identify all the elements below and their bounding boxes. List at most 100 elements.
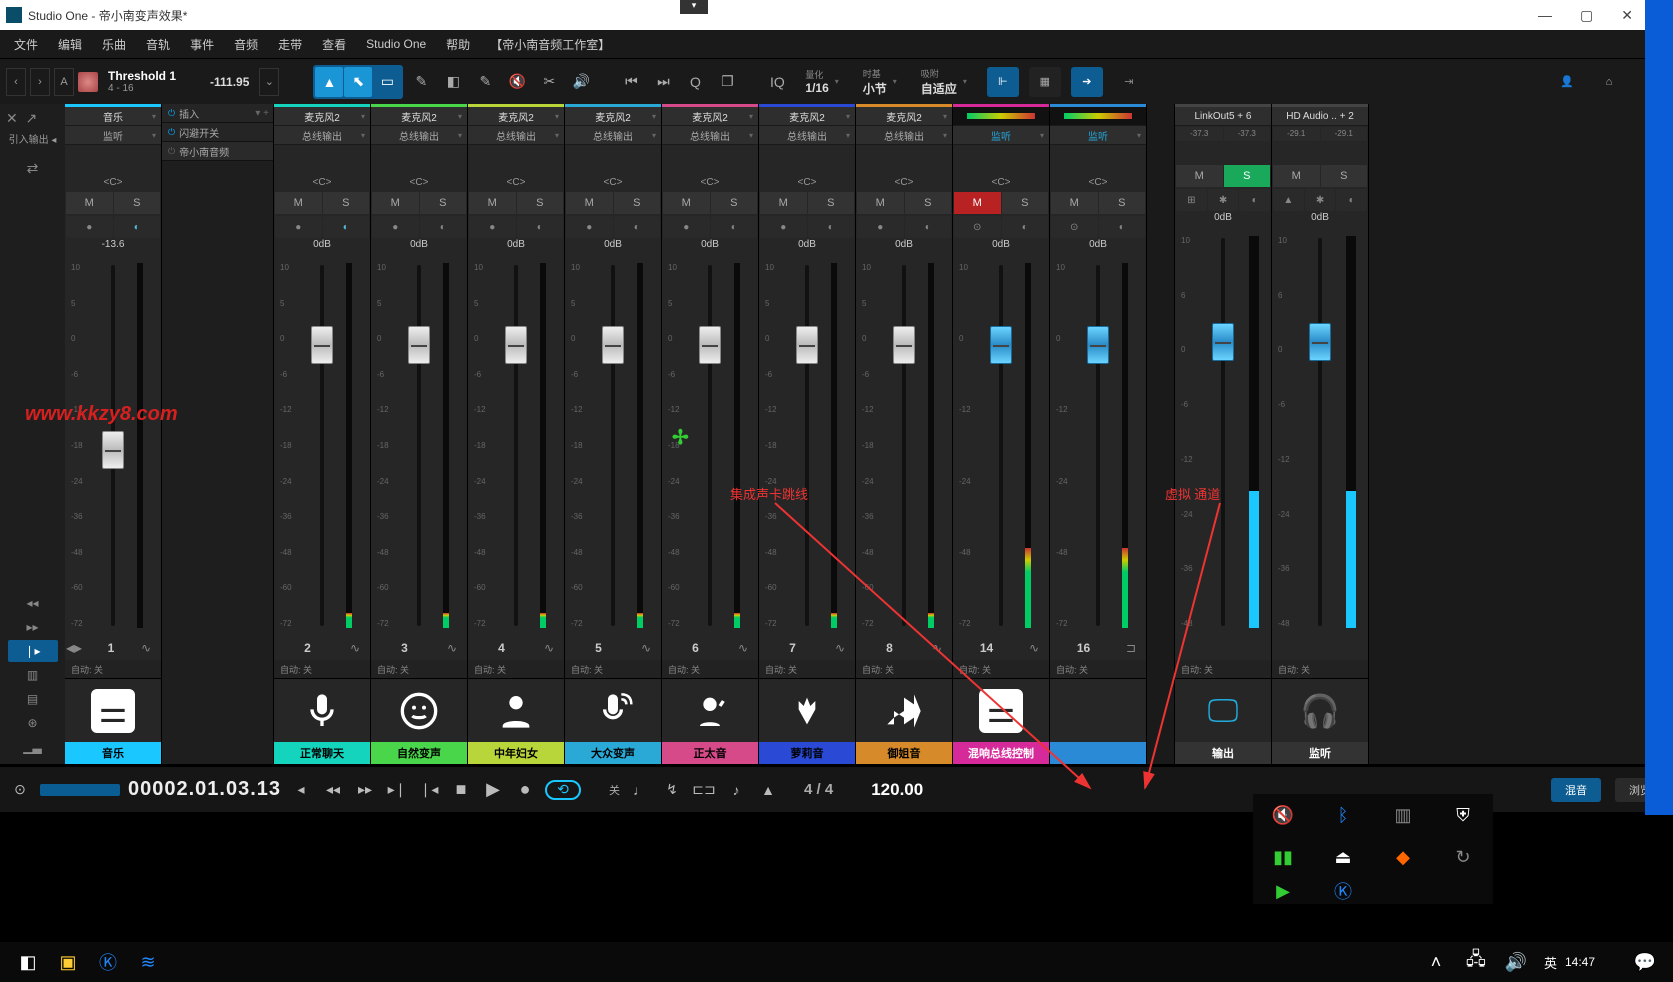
wave-icon[interactable]: ∿ xyxy=(826,641,854,655)
cursor-follow-button[interactable]: ⇥ xyxy=(1113,67,1145,97)
ch6-pan[interactable]: <C> xyxy=(662,173,758,191)
autopunch-icon[interactable]: ⊏⊐ xyxy=(692,778,716,802)
ch4-input[interactable]: 麦克风2▾ xyxy=(468,107,564,126)
ch1-fader[interactable] xyxy=(111,265,115,626)
ch6-mute[interactable]: M xyxy=(663,192,710,214)
paint-tool-button[interactable]: ✎ xyxy=(471,67,499,97)
menu-song[interactable]: 乐曲 xyxy=(92,36,136,53)
ch3-fader[interactable] xyxy=(417,265,421,626)
pointer-tool-button[interactable]: ⬉ xyxy=(344,67,372,97)
eraser-tool-button[interactable]: ◧ xyxy=(439,67,467,97)
wave-icon[interactable]: ∿ xyxy=(438,641,466,655)
macro-button[interactable]: ❐ xyxy=(713,67,741,97)
out2-label[interactable]: 监听 xyxy=(1272,742,1368,764)
taskbar-clock[interactable]: 14:47 xyxy=(1565,955,1595,969)
menu-track[interactable]: 音轨 xyxy=(136,36,180,53)
ch2-name[interactable]: 正常聊天 xyxy=(274,742,370,764)
out1-label[interactable]: 输出 xyxy=(1175,742,1271,764)
out1-solo[interactable]: S xyxy=(1224,165,1271,187)
menu-edit[interactable]: 编辑 xyxy=(48,36,92,53)
side-next-icon[interactable]: ❘▸ xyxy=(8,640,58,662)
wave-icon[interactable]: ∿ xyxy=(729,641,757,655)
menu-event[interactable]: 事件 xyxy=(180,36,224,53)
menu-studio-name[interactable]: 【帝小南音频工作室】 xyxy=(480,36,620,53)
ch2-rec[interactable]: ● xyxy=(275,216,322,238)
snap-value[interactable]: 自适应 xyxy=(921,80,957,97)
hand-icon[interactable] xyxy=(78,72,98,92)
snap-toggle-button[interactable]: ⊩ xyxy=(987,67,1019,97)
ch5-fader[interactable] xyxy=(611,265,615,626)
ch2-input[interactable]: 麦克风2▾ xyxy=(274,107,370,126)
mix-view-button[interactable]: 混音 xyxy=(1551,778,1601,802)
ch8-input[interactable]: 麦克风2▾ xyxy=(856,107,952,126)
ch2-pan[interactable]: <C> xyxy=(274,173,370,191)
listen-tool-button[interactable]: 🔊 xyxy=(567,67,595,97)
ch8-output[interactable]: 总线输出▾ xyxy=(856,126,952,145)
bus14-name[interactable]: 混响总线控制 xyxy=(953,742,1049,764)
ch2-solo[interactable]: S xyxy=(323,192,370,214)
tray-mute-icon[interactable]: 🔇 xyxy=(1253,794,1313,836)
ch2-fader[interactable] xyxy=(320,265,324,626)
quantize-value[interactable]: 1/16 xyxy=(805,81,828,95)
out1-fader[interactable] xyxy=(1221,238,1225,626)
ch6-solo[interactable]: S xyxy=(711,192,758,214)
ch2-output[interactable]: 总线输出▾ xyxy=(274,126,370,145)
bus16-toggle-b[interactable]: ◐ xyxy=(1099,216,1146,238)
ch8-fader[interactable] xyxy=(902,265,906,626)
side-keys-icon[interactable]: ▤ xyxy=(8,688,58,710)
ch1-pan[interactable]: <C> xyxy=(65,173,161,191)
tempo-value[interactable]: 120.00 xyxy=(871,780,923,800)
ch3-mon[interactable]: ◐ xyxy=(420,216,467,238)
ch5-mon[interactable]: ◐ xyxy=(614,216,661,238)
precount-icon[interactable]: ↯ xyxy=(660,778,684,802)
bus14-toggle-b[interactable]: ◐ xyxy=(1002,216,1049,238)
taskbar-explorer-icon[interactable]: ▣ xyxy=(48,946,88,978)
side-bars-icon[interactable]: ▥ xyxy=(8,664,58,686)
ch7-name[interactable]: 萝莉音 xyxy=(759,742,855,764)
iq-button[interactable]: IQ xyxy=(763,67,791,97)
loop-button[interactable]: ⟲ xyxy=(545,780,581,800)
bus16-name[interactable] xyxy=(1050,742,1146,764)
prev-marker-button[interactable]: ❘◂ xyxy=(417,778,441,802)
nav-back-icon[interactable]: ‹ xyxy=(6,68,26,96)
time-sig[interactable]: 4 / 4 xyxy=(804,781,833,798)
ch4-solo[interactable]: S xyxy=(517,192,564,214)
metronome-cfg-icon[interactable]: ♪ xyxy=(724,778,748,802)
ch2-mon[interactable]: ◐ xyxy=(323,216,370,238)
ch3-pan[interactable]: <C> xyxy=(371,173,467,191)
taskbar-ime[interactable]: 英 xyxy=(1544,953,1557,972)
wave-icon[interactable]: ∿ xyxy=(923,641,951,655)
ch8-mute[interactable]: M xyxy=(857,192,904,214)
minimize-button[interactable]: ― xyxy=(1538,7,1552,23)
menu-file[interactable]: 文件 xyxy=(4,36,48,53)
out2-name[interactable]: HD Audio .. + 2 xyxy=(1272,107,1368,126)
ch8-rec[interactable]: ● xyxy=(857,216,904,238)
range-tool-button[interactable]: ▭ xyxy=(373,67,401,97)
tray-bluetooth-icon[interactable]: ᛒ xyxy=(1313,794,1373,836)
record-button[interactable]: ● xyxy=(513,778,537,802)
ch6-output[interactable]: 总线输出▾ xyxy=(662,126,758,145)
taskbar-net-icon[interactable]: 🖧 xyxy=(1456,946,1496,978)
wave-icon[interactable]: ∿ xyxy=(632,641,660,655)
taskbar-volume-icon[interactable]: 🔊 xyxy=(1496,946,1536,978)
click-icon[interactable]: ♩ xyxy=(628,778,652,802)
bus16-solo[interactable]: S xyxy=(1099,192,1146,214)
quantize-button[interactable]: Q xyxy=(681,67,709,97)
dropdown-tab-icon[interactable]: ▾ xyxy=(680,0,708,14)
ch1-record-button[interactable]: ● xyxy=(66,216,113,238)
ch1-name[interactable]: 音乐 xyxy=(65,742,161,764)
ch7-input[interactable]: 麦克风2▾ xyxy=(759,107,855,126)
out1-mute[interactable]: M xyxy=(1176,165,1223,187)
split-tool-button[interactable]: ✂ xyxy=(535,67,563,97)
ch4-name[interactable]: 中年妇女 xyxy=(468,742,564,764)
insert-plugin[interactable]: ⏻帝小南音频 xyxy=(162,142,273,161)
routing-icon[interactable]: ⇄ xyxy=(21,156,45,180)
param-icon[interactable]: A xyxy=(54,68,74,96)
go-end-button[interactable]: ▸❘ xyxy=(385,778,409,802)
menu-view[interactable]: 查看 xyxy=(312,36,356,53)
taskbar-kugou-icon[interactable]: Ⓚ xyxy=(88,946,128,978)
tray-usb-icon[interactable]: ⏏ xyxy=(1313,836,1373,878)
bus16-fader[interactable] xyxy=(1096,265,1100,626)
ch8-pan[interactable]: <C> xyxy=(856,173,952,191)
ch1-monitor-button[interactable]: ◐ xyxy=(114,216,161,238)
